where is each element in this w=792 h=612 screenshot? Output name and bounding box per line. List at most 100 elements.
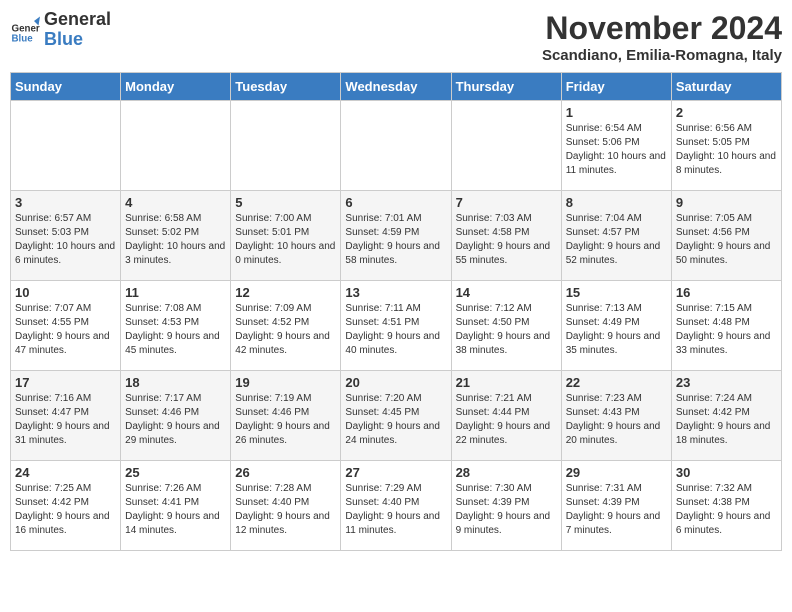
- logo-line2: Blue: [44, 30, 111, 50]
- day-info: Sunrise: 7:23 AM Sunset: 4:43 PM Dayligh…: [566, 392, 667, 448]
- calendar-day-cell: 6 Sunrise: 7:01 AM Sunset: 4:59 PM Daylig…: [341, 191, 451, 281]
- day-info: Sunrise: 7:26 AM Sunset: 4:41 PM Dayligh…: [125, 482, 226, 538]
- day-info: Sunrise: 7:16 AM Sunset: 4:47 PM Dayligh…: [15, 392, 116, 448]
- day-number: 24: [15, 465, 116, 480]
- day-info: Sunrise: 7:03 AM Sunset: 4:58 PM Dayligh…: [456, 212, 557, 268]
- day-info: Sunrise: 7:07 AM Sunset: 4:55 PM Dayligh…: [15, 302, 116, 358]
- calendar-week-row: 24 Sunrise: 7:25 AM Sunset: 4:42 PM Dayli…: [11, 461, 782, 551]
- day-info: Sunrise: 7:32 AM Sunset: 4:38 PM Dayligh…: [676, 482, 777, 538]
- day-number: 19: [235, 375, 336, 390]
- logo: General Blue General Blue: [10, 10, 111, 50]
- calendar-day-cell: [231, 101, 341, 191]
- title-area: November 2024 Scandiano, Emilia-Romagna,…: [542, 10, 782, 64]
- calendar-day-cell: 25 Sunrise: 7:26 AM Sunset: 4:41 PM Dayli…: [121, 461, 231, 551]
- day-info: Sunrise: 7:01 AM Sunset: 4:59 PM Dayligh…: [345, 212, 446, 268]
- logo-icon: General Blue: [10, 15, 40, 45]
- day-info: Sunrise: 7:28 AM Sunset: 4:40 PM Dayligh…: [235, 482, 336, 538]
- day-info: Sunrise: 7:30 AM Sunset: 4:39 PM Dayligh…: [456, 482, 557, 538]
- calendar-header-row: SundayMondayTuesdayWednesdayThursdayFrid…: [11, 73, 782, 101]
- calendar-day-cell: 12 Sunrise: 7:09 AM Sunset: 4:52 PM Dayli…: [231, 281, 341, 371]
- day-of-week-header: Sunday: [11, 73, 121, 101]
- calendar-day-cell: 5Sunrise: 7:00 AM Sunset: 5:01 PM Daylig…: [231, 191, 341, 281]
- month-title: November 2024: [542, 10, 782, 47]
- day-number: 11: [125, 285, 226, 300]
- calendar-day-cell: 17 Sunrise: 7:16 AM Sunset: 4:47 PM Dayli…: [11, 371, 121, 461]
- calendar-day-cell: 2 Sunrise: 6:56 AM Sunset: 5:05 PM Daylig…: [671, 101, 781, 191]
- day-number: 22: [566, 375, 667, 390]
- day-of-week-header: Thursday: [451, 73, 561, 101]
- day-info: Sunrise: 6:54 AM Sunset: 5:06 PM Dayligh…: [566, 122, 667, 178]
- day-number: 23: [676, 375, 777, 390]
- day-number: 15: [566, 285, 667, 300]
- day-info: Sunrise: 7:19 AM Sunset: 4:46 PM Dayligh…: [235, 392, 336, 448]
- calendar-day-cell: 1 Sunrise: 6:54 AM Sunset: 5:06 PM Daylig…: [561, 101, 671, 191]
- day-number: 1: [566, 105, 667, 120]
- day-number: 18: [125, 375, 226, 390]
- day-info: Sunrise: 7:11 AM Sunset: 4:51 PM Dayligh…: [345, 302, 446, 358]
- logo-text: General Blue: [44, 10, 111, 50]
- calendar-week-row: 3 Sunrise: 6:57 AM Sunset: 5:03 PM Daylig…: [11, 191, 782, 281]
- calendar-day-cell: 15 Sunrise: 7:13 AM Sunset: 4:49 PM Dayli…: [561, 281, 671, 371]
- day-info: Sunrise: 7:15 AM Sunset: 4:48 PM Dayligh…: [676, 302, 777, 358]
- day-info: Sunrise: 7:29 AM Sunset: 4:40 PM Dayligh…: [345, 482, 446, 538]
- day-number: 4: [125, 195, 226, 210]
- calendar-table: SundayMondayTuesdayWednesdayThursdayFrid…: [10, 72, 782, 551]
- day-info: Sunrise: 7:13 AM Sunset: 4:49 PM Dayligh…: [566, 302, 667, 358]
- calendar-day-cell: [11, 101, 121, 191]
- day-number: 6: [345, 195, 446, 210]
- location-subtitle: Scandiano, Emilia-Romagna, Italy: [542, 47, 782, 64]
- day-number: 20: [345, 375, 446, 390]
- day-number: 3: [15, 195, 116, 210]
- calendar-day-cell: 24 Sunrise: 7:25 AM Sunset: 4:42 PM Dayli…: [11, 461, 121, 551]
- day-number: 25: [125, 465, 226, 480]
- day-info: Sunrise: 6:57 AM Sunset: 5:03 PM Dayligh…: [15, 212, 116, 268]
- day-number: 17: [15, 375, 116, 390]
- calendar-day-cell: 4Sunrise: 6:58 AM Sunset: 5:02 PM Daylig…: [121, 191, 231, 281]
- day-info: Sunrise: 7:08 AM Sunset: 4:53 PM Dayligh…: [125, 302, 226, 358]
- calendar-day-cell: [341, 101, 451, 191]
- day-number: 28: [456, 465, 557, 480]
- calendar-day-cell: 29 Sunrise: 7:31 AM Sunset: 4:39 PM Dayli…: [561, 461, 671, 551]
- day-number: 21: [456, 375, 557, 390]
- calendar-day-cell: 26Sunrise: 7:28 AM Sunset: 4:40 PM Dayli…: [231, 461, 341, 551]
- calendar-week-row: 1 Sunrise: 6:54 AM Sunset: 5:06 PM Daylig…: [11, 101, 782, 191]
- calendar-day-cell: 22 Sunrise: 7:23 AM Sunset: 4:43 PM Dayli…: [561, 371, 671, 461]
- calendar-day-cell: [121, 101, 231, 191]
- day-info: Sunrise: 6:56 AM Sunset: 5:05 PM Dayligh…: [676, 122, 777, 178]
- day-info: Sunrise: 7:17 AM Sunset: 4:46 PM Dayligh…: [125, 392, 226, 448]
- day-info: Sunrise: 7:05 AM Sunset: 4:56 PM Dayligh…: [676, 212, 777, 268]
- day-number: 8: [566, 195, 667, 210]
- day-number: 2: [676, 105, 777, 120]
- day-number: 30: [676, 465, 777, 480]
- calendar-day-cell: 28 Sunrise: 7:30 AM Sunset: 4:39 PM Dayli…: [451, 461, 561, 551]
- day-info: Sunrise: 7:09 AM Sunset: 4:52 PM Dayligh…: [235, 302, 336, 358]
- calendar-day-cell: 13 Sunrise: 7:11 AM Sunset: 4:51 PM Dayli…: [341, 281, 451, 371]
- day-info: Sunrise: 7:12 AM Sunset: 4:50 PM Dayligh…: [456, 302, 557, 358]
- day-number: 13: [345, 285, 446, 300]
- calendar-week-row: 17 Sunrise: 7:16 AM Sunset: 4:47 PM Dayli…: [11, 371, 782, 461]
- calendar-day-cell: 3 Sunrise: 6:57 AM Sunset: 5:03 PM Daylig…: [11, 191, 121, 281]
- calendar-day-cell: 10Sunrise: 7:07 AM Sunset: 4:55 PM Dayli…: [11, 281, 121, 371]
- day-info: Sunrise: 7:31 AM Sunset: 4:39 PM Dayligh…: [566, 482, 667, 538]
- calendar-day-cell: 16Sunrise: 7:15 AM Sunset: 4:48 PM Dayli…: [671, 281, 781, 371]
- day-of-week-header: Friday: [561, 73, 671, 101]
- day-info: Sunrise: 7:25 AM Sunset: 4:42 PM Dayligh…: [15, 482, 116, 538]
- day-number: 12: [235, 285, 336, 300]
- calendar-day-cell: 30 Sunrise: 7:32 AM Sunset: 4:38 PM Dayli…: [671, 461, 781, 551]
- day-number: 29: [566, 465, 667, 480]
- calendar-day-cell: 9Sunrise: 7:05 AM Sunset: 4:56 PM Daylig…: [671, 191, 781, 281]
- day-of-week-header: Tuesday: [231, 73, 341, 101]
- calendar-day-cell: 23 Sunrise: 7:24 AM Sunset: 4:42 PM Dayli…: [671, 371, 781, 461]
- day-of-week-header: Saturday: [671, 73, 781, 101]
- day-info: Sunrise: 7:24 AM Sunset: 4:42 PM Dayligh…: [676, 392, 777, 448]
- day-number: 7: [456, 195, 557, 210]
- day-of-week-header: Wednesday: [341, 73, 451, 101]
- day-info: Sunrise: 7:20 AM Sunset: 4:45 PM Dayligh…: [345, 392, 446, 448]
- day-info: Sunrise: 7:04 AM Sunset: 4:57 PM Dayligh…: [566, 212, 667, 268]
- calendar-day-cell: 21Sunrise: 7:21 AM Sunset: 4:44 PM Dayli…: [451, 371, 561, 461]
- header: General Blue General Blue November 2024 …: [10, 10, 782, 64]
- calendar-day-cell: 19 Sunrise: 7:19 AM Sunset: 4:46 PM Dayli…: [231, 371, 341, 461]
- day-number: 5: [235, 195, 336, 210]
- calendar-week-row: 10Sunrise: 7:07 AM Sunset: 4:55 PM Dayli…: [11, 281, 782, 371]
- calendar-day-cell: [451, 101, 561, 191]
